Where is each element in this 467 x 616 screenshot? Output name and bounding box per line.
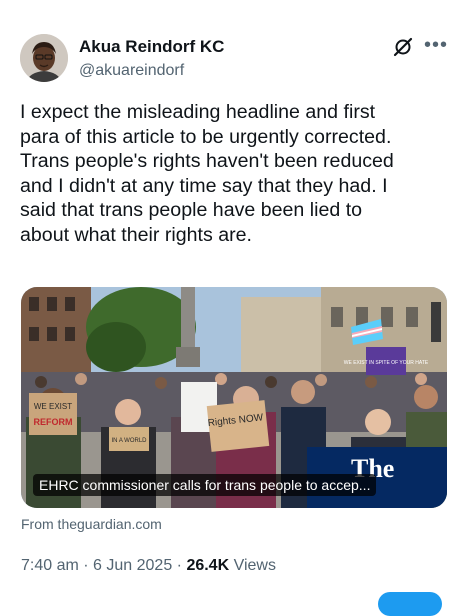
tweet-line: I expect the misleading headline and fir…	[20, 101, 376, 123]
tweet-line: said that trans people have been lied to	[20, 199, 363, 222]
sign-text: REFORM	[34, 417, 73, 427]
tweet-line: and I didn't at any time say that they h…	[20, 174, 388, 197]
more-icon[interactable]: •••	[424, 34, 448, 57]
compose-button[interactable]	[378, 592, 442, 616]
grok-icon[interactable]	[392, 36, 414, 58]
sign-text: WE EXIST IN SPITE OF YOUR HATE	[344, 360, 429, 366]
author-name[interactable]: Akua Reindorf KC	[79, 37, 224, 57]
tweet-line: Trans people's rights haven't been reduc…	[20, 150, 394, 173]
meta-separator: ·	[78, 557, 94, 574]
meta-separator: ·	[172, 557, 187, 574]
sign-text: IN A WORLD	[111, 438, 147, 444]
card-caption[interactable]: EHRC commissioner calls for trans people…	[33, 474, 377, 496]
views-count: 26.4K	[186, 557, 230, 574]
tweet-line: para of this article to be urgently corr…	[20, 125, 392, 148]
tweet-meta: 7:40 am · 6 Jun 2025 · 26.4K Views	[21, 557, 276, 575]
tweet-date[interactable]: 6 Jun 2025	[93, 557, 172, 574]
sign-text: WE EXIST	[34, 402, 72, 411]
tweet-time[interactable]: 7:40 am	[21, 557, 79, 574]
views-label: Views	[229, 557, 276, 574]
author-handle[interactable]: @akuareindorf	[79, 62, 184, 80]
card-source[interactable]: From theguardian.com	[21, 516, 162, 532]
avatar[interactable]	[20, 34, 68, 82]
tweet-line: about what their rights are.	[20, 223, 252, 246]
tweet-text: I expect the misleading headline and fir…	[20, 100, 450, 248]
link-card[interactable]: WE EXIST REFORM IN A WORLD Rights NOW WE…	[21, 287, 447, 508]
